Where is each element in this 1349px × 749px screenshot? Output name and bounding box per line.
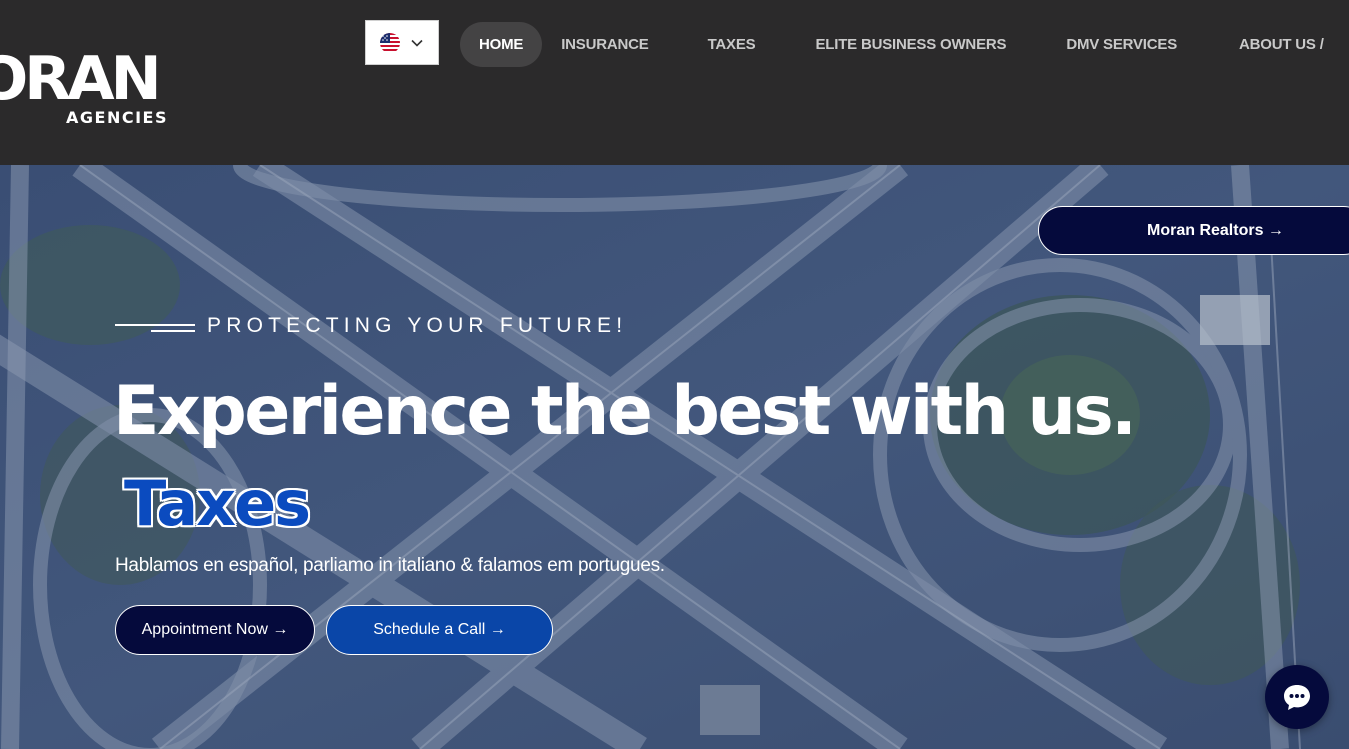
- nav-elite-business-owners[interactable]: ELITE BUSINESS OWNERS: [785, 22, 1036, 67]
- logo-wordmark: ORAN: [0, 44, 162, 114]
- nav-home[interactable]: HOME: [460, 22, 543, 67]
- hero-languages-text: Hablamos en español, parliamo in italian…: [115, 555, 665, 576]
- logo-subtitle: AGENCIES: [66, 108, 168, 127]
- tagline-decoration: [115, 319, 195, 333]
- us-flag-icon: [380, 32, 400, 53]
- main-nav: HOME INSURANCE TAXES ELITE BUSINESS OWNE…: [460, 22, 1324, 67]
- nav-about-us[interactable]: ABOUT US /: [1207, 22, 1324, 67]
- nav-dmv-services[interactable]: DMV SERVICES: [1036, 22, 1207, 67]
- chat-bubble-icon: [1284, 685, 1310, 710]
- language-selector[interactable]: [365, 20, 439, 65]
- nav-insurance[interactable]: INSURANCE: [542, 22, 667, 67]
- appointment-now-button[interactable]: Appointment Now →: [115, 605, 315, 655]
- schedule-call-button[interactable]: Schedule a Call →: [326, 605, 553, 655]
- hero-tagline-row: PROTECTING YOUR FUTURE!: [115, 314, 627, 338]
- chevron-down-icon: [411, 39, 423, 47]
- nav-taxes[interactable]: TAXES: [668, 22, 786, 67]
- hero-tagline: PROTECTING YOUR FUTURE!: [207, 314, 628, 337]
- moran-agencies-logo[interactable]: ORAN AGENCIES: [0, 44, 180, 134]
- chat-button[interactable]: [1265, 665, 1329, 729]
- hero-rotating-word: Taxes: [124, 467, 311, 540]
- hero-headline: Experience the best with us.: [113, 372, 1137, 451]
- site-header: ORAN AGENCIES HOME INSURANCE TAXES ELITE…: [0, 0, 1349, 165]
- moran-realtors-button[interactable]: Moran Realtors →: [1038, 206, 1349, 255]
